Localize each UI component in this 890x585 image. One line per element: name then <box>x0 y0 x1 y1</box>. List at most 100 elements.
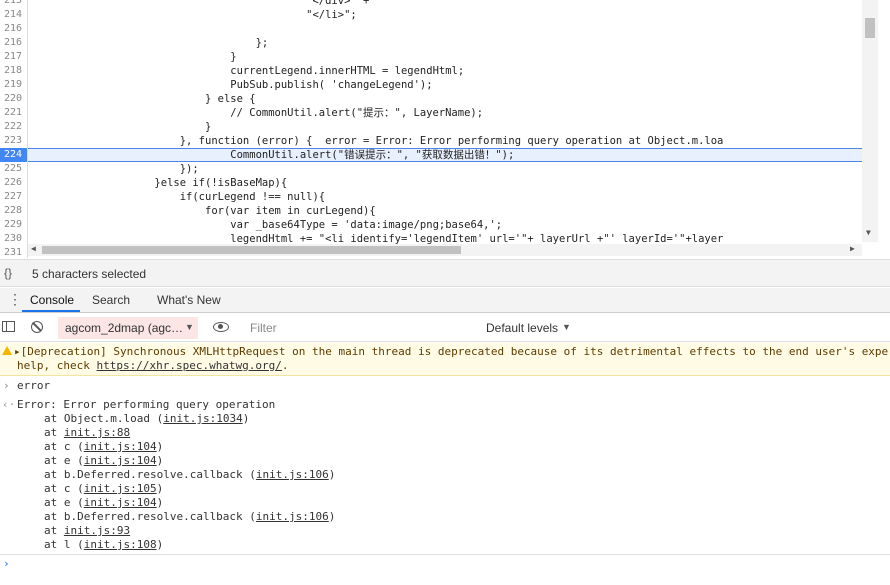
chevron-down-icon[interactable]: ▼ <box>562 322 571 332</box>
line-number[interactable]: 227 <box>0 190 22 204</box>
code-line[interactable]: "</div>" + <box>28 0 862 8</box>
line-number[interactable]: 217 <box>0 50 22 64</box>
line-number[interactable]: 228 <box>0 204 22 218</box>
input-chevron-icon: › <box>3 379 10 392</box>
code-line[interactable]: // CommonUtil.alert("提示：", LayerName); <box>28 106 862 120</box>
source-link[interactable]: init.js:105 <box>84 482 157 495</box>
code-line[interactable]: }, function (error) { error = Error: Err… <box>28 134 862 148</box>
stack-frame: at init.js:93 <box>44 524 130 538</box>
code-editor[interactable]: 215 214 216 216 217 218 219 220 221 222 223 224 225 2… <box>0 0 890 258</box>
warning-message: ▸[Deprecation] Synchronous XMLHttpReques… <box>0 343 890 376</box>
stack-frame-tail: ) <box>156 482 164 495</box>
editor-status-bar: {} 5 characters selected <box>0 259 890 287</box>
stack-frame-tail: ) <box>156 538 164 551</box>
line-number[interactable]: 223 <box>0 134 22 148</box>
line-number[interactable]: 220 <box>0 92 22 106</box>
code-line[interactable]: PubSub.publish( 'changeLegend'); <box>28 78 862 92</box>
code-line[interactable]: CommonUtil.alert("错误提示：", "获取数据出错！"); <box>28 148 862 162</box>
context-label: agcom_2dmap (agc… <box>65 321 184 335</box>
scroll-right-icon[interactable]: ▶ <box>850 244 855 253</box>
code-line[interactable]: } <box>28 120 862 134</box>
warning-text[interactable]: ▸[Deprecation] Synchronous XMLHttpReques… <box>14 345 888 359</box>
stack-frame-text: at l ( <box>44 538 84 551</box>
sidebar-toggle-icon[interactable] <box>2 321 15 332</box>
result-arrow-icon: ‹· <box>2 398 16 411</box>
source-link[interactable]: init.js:1034 <box>163 412 242 425</box>
source-link[interactable]: init.js:88 <box>64 426 130 439</box>
stack-frame: at Object.m.load (init.js:1034) <box>44 412 249 426</box>
tab-whats-new[interactable]: What's New <box>157 293 221 307</box>
stack-frame: at e (init.js:104) <box>44 454 163 468</box>
tab-console[interactable]: Console <box>30 293 74 307</box>
line-number[interactable]: 224 <box>0 148 27 162</box>
console-prompt-icon[interactable]: › <box>3 557 10 570</box>
line-number[interactable]: 214 <box>0 8 22 22</box>
filter-input[interactable] <box>244 318 478 338</box>
line-number[interactable]: 219 <box>0 78 22 92</box>
line-number[interactable]: 221 <box>0 106 22 120</box>
line-number[interactable]: 222 <box>0 120 22 134</box>
log-levels-dropdown[interactable]: Default levels <box>486 321 558 335</box>
line-number[interactable]: 229 <box>0 218 22 232</box>
error-header: Error: Error performing query operation <box>17 398 276 411</box>
code-line[interactable]: if(curLegend !== null){ <box>28 190 862 204</box>
scroll-left-icon[interactable]: ◀ <box>31 244 36 253</box>
code-line[interactable]: for(var item in curLegend){ <box>28 204 862 218</box>
line-number[interactable]: 216 <box>0 36 22 50</box>
active-tab-indicator <box>22 310 80 312</box>
stack-frame-text: at c ( <box>44 482 84 495</box>
stack-frame: at c (init.js:104) <box>44 440 163 454</box>
tab-search[interactable]: Search <box>92 293 130 307</box>
code-line[interactable]: } else { <box>28 92 862 106</box>
horizontal-scroll-thumb[interactable] <box>42 246 461 254</box>
selection-info: 5 characters selected <box>32 267 147 281</box>
code-line[interactable]: }else if(!isBaseMap){ <box>28 176 862 190</box>
stack-frame-tail: ) <box>156 440 164 453</box>
line-number[interactable]: 230 <box>0 232 22 246</box>
context-selector[interactable]: agcom_2dmap (agc… ▼ <box>58 317 198 339</box>
stack-frame-tail: ) <box>156 496 164 509</box>
source-link[interactable]: init.js:108 <box>84 538 157 551</box>
scroll-down-icon[interactable]: ▼ <box>866 228 871 237</box>
vertical-scroll-thumb[interactable] <box>865 18 875 38</box>
stack-frame-text: at c ( <box>44 440 84 453</box>
code-line[interactable]: }); <box>28 162 862 176</box>
line-number[interactable]: 218 <box>0 64 22 78</box>
source-link[interactable]: init.js:104 <box>84 454 157 467</box>
stack-frame-text: at b.Deferred.resolve.callback ( <box>44 510 256 523</box>
code-line[interactable] <box>28 22 862 36</box>
code-line[interactable]: } <box>28 50 862 64</box>
line-number[interactable]: 231 <box>0 246 22 258</box>
line-number[interactable]: 216 <box>0 22 22 36</box>
warning-link[interactable]: https://xhr.spec.whatwg.org/ <box>96 359 281 372</box>
stack-frame: at l (init.js:108) <box>44 538 163 552</box>
eye-icon[interactable] <box>213 322 229 332</box>
stack-frame-tail: ) <box>328 468 336 481</box>
more-options-icon[interactable]: ⋮ <box>8 292 22 306</box>
code-line[interactable]: "</li>"; <box>28 8 862 22</box>
source-link[interactable]: init.js:104 <box>84 496 157 509</box>
source-link[interactable]: init.js:106 <box>256 510 329 523</box>
code-line[interactable]: }; <box>28 36 862 50</box>
line-number-gutter: 215 214 216 216 217 218 219 220 221 222 223 224 225 2… <box>0 0 28 258</box>
line-number[interactable]: 226 <box>0 176 22 190</box>
console-input-echo: error <box>17 379 51 392</box>
clear-console-icon[interactable] <box>31 321 43 333</box>
line-number[interactable]: 215 <box>0 0 22 8</box>
stack-frame: at init.js:88 <box>44 426 130 440</box>
chevron-down-icon: ▼ <box>185 322 194 332</box>
stack-frame-text: at e ( <box>44 496 84 509</box>
warning-icon <box>2 346 12 355</box>
stack-frame-text: at b.Deferred.resolve.callback ( <box>44 468 256 481</box>
code-line[interactable]: var _base64Type = 'data:image/png;base64… <box>28 218 862 232</box>
source-link[interactable]: init.js:104 <box>84 440 157 453</box>
stack-frame-tail: ) <box>328 510 336 523</box>
divider <box>0 554 890 555</box>
pretty-print-icon[interactable]: {} <box>4 266 12 280</box>
stack-frame: at b.Deferred.resolve.callback (init.js:… <box>44 510 335 524</box>
source-link[interactable]: init.js:106 <box>256 468 329 481</box>
source-link[interactable]: init.js:93 <box>64 524 130 537</box>
line-number[interactable]: 225 <box>0 162 22 176</box>
code-line[interactable]: currentLegend.innerHTML = legendHtml; <box>28 64 862 78</box>
warning-text-line2: help, check https://xhr.spec.whatwg.org/… <box>17 359 289 372</box>
